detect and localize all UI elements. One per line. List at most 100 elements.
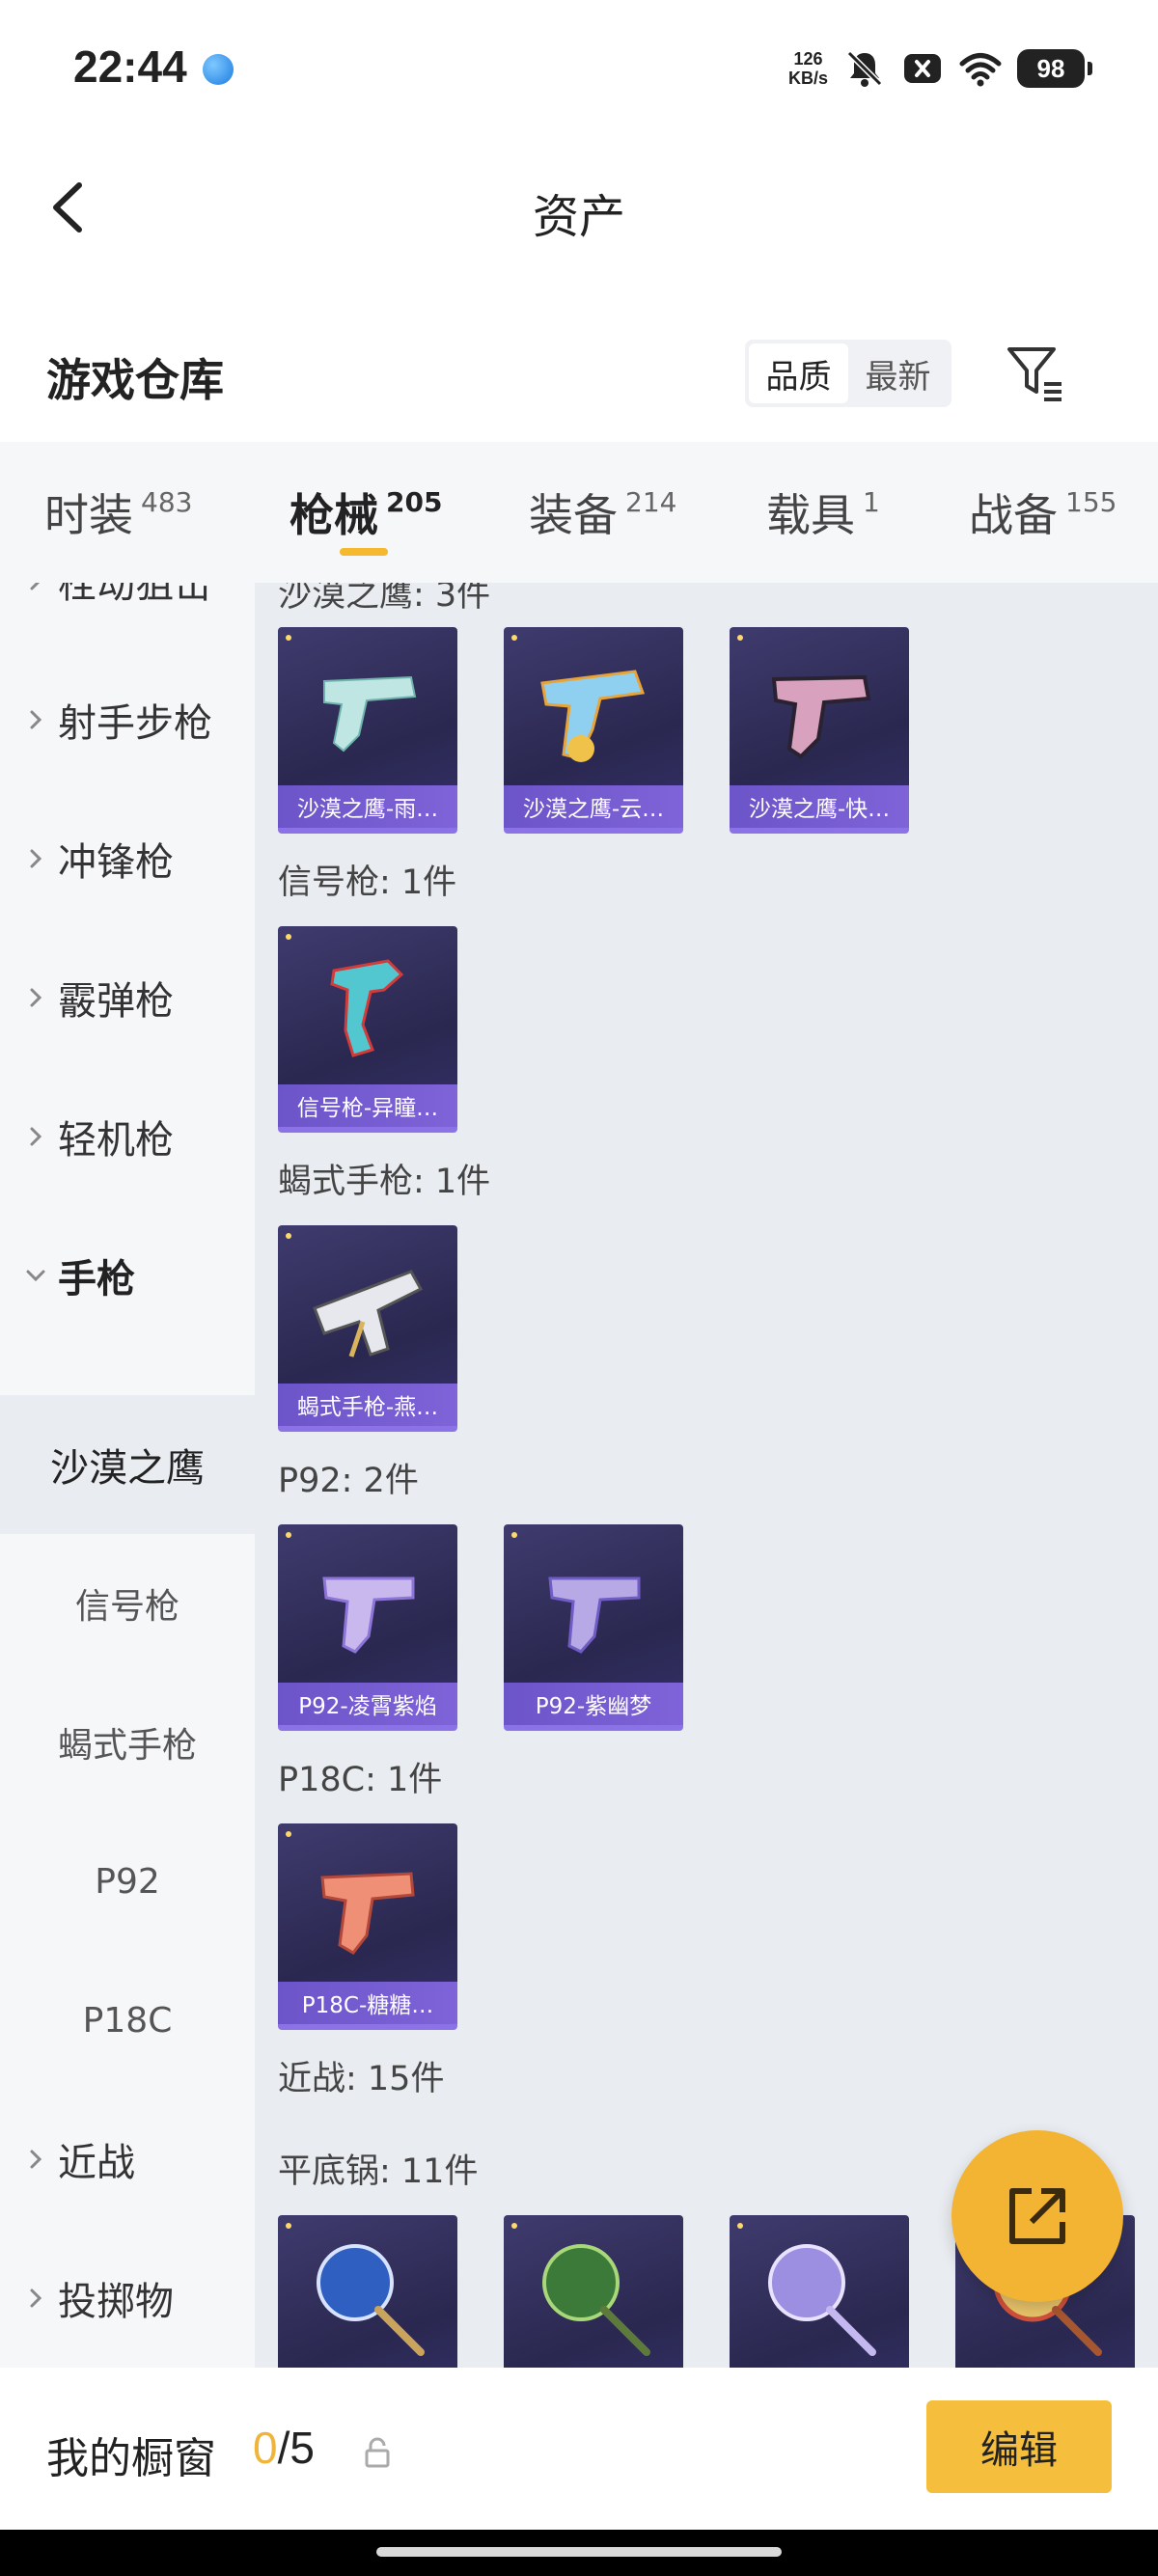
item-name: 信号枪-异瞳… (278, 1084, 457, 1127)
showcase-current: 0 (253, 2423, 278, 2473)
category-tabs: 时装 483 枪械 205 装备 214 载具 1 战备 155 (0, 442, 1158, 583)
item-card[interactable] (730, 2215, 909, 2368)
tab-label: 时装 (44, 489, 133, 541)
tab-label: 装备 (529, 489, 618, 541)
net-speed: 126 KB/s (788, 49, 828, 88)
sidebar-item-lmg[interactable]: 轻机枪 (0, 1067, 255, 1206)
lock-icon (365, 2437, 390, 2468)
sidebar-item-bolt-sniper[interactable]: 栓动狙击 (0, 583, 255, 650)
pistol-icon (540, 670, 646, 762)
section-title: 沙漠之鹰: 3件 (278, 583, 491, 615)
item-card[interactable] (504, 2215, 683, 2368)
sort-toggle: 品质 最新 (745, 340, 951, 407)
flare-gun-icon (330, 959, 404, 1057)
share-button[interactable] (951, 2130, 1123, 2302)
item-name: P18C-糖糖… (278, 1982, 457, 2024)
edit-button[interactable]: 编辑 (926, 2400, 1112, 2493)
showcase-bar: 我的橱窗 0/5 编辑 (0, 2368, 1158, 2530)
wifi-icon (959, 53, 1002, 87)
frying-pan-icon (768, 2244, 876, 2356)
item-grid: 沙漠之鹰: 3件 沙漠之鹰-雨… 沙漠之鹰-云… 沙漠之鹰-快… 信号枪: 1件… (255, 583, 1158, 2368)
sidebar-item-marksman-rifle[interactable]: 射手步枪 (0, 650, 255, 789)
tab-guns[interactable]: 枪械 205 (290, 480, 442, 544)
sidebar-item-shotgun[interactable]: 霰弹枪 (0, 928, 255, 1067)
sort-quality-option[interactable]: 品质 (749, 343, 848, 403)
tab-fashion[interactable]: 时装 483 (44, 480, 192, 544)
sidebar-item-label: 栓动狙击 (58, 583, 212, 607)
item-card[interactable]: P92-凌霄紫焰 (278, 1524, 457, 1731)
sidebar-item-label: 射手步枪 (58, 701, 212, 746)
showcase-count: 0/5 (253, 2422, 315, 2474)
pistol-icon (548, 1576, 641, 1654)
filter-icon[interactable] (1004, 342, 1067, 405)
showcase-label: 我的橱窗 (46, 2434, 216, 2483)
item-card[interactable]: 沙漠之鹰-云… (504, 627, 683, 834)
chevron-right-icon (30, 2288, 42, 2308)
sidebar-item-smg[interactable]: 冲锋枪 (0, 789, 255, 928)
tab-equipment[interactable]: 装备 214 (529, 480, 676, 544)
chevron-right-icon (30, 583, 41, 590)
frying-pan-icon (317, 2244, 425, 2356)
tab-label: 战备 (969, 489, 1058, 541)
net-speed-unit: KB/s (787, 69, 828, 88)
section-title: 近战: 15件 (278, 2060, 445, 2098)
section-title: 平底锅: 11件 (278, 2152, 479, 2191)
status-icons: 126 KB/s 98 (788, 44, 1092, 93)
sidebar: 栓动狙击 射手步枪 冲锋枪 霰弹枪 轻机枪 手枪 沙漠之鹰 信号枪 蝎式手枪 P… (0, 583, 255, 2368)
sidebar-item-throwables[interactable]: 投掷物 (0, 2229, 255, 2368)
item-name: 沙漠之鹰-云… (504, 785, 683, 828)
sidebar-sub-p92[interactable]: P92 (0, 1812, 255, 1951)
warehouse-header: 游戏仓库 品质 最新 (0, 309, 1158, 434)
title-bar: 资产 (0, 135, 1158, 280)
sidebar-item-label: 投掷物 (58, 2280, 174, 2324)
sidebar-item-label: 轻机枪 (58, 1118, 174, 1163)
sidebar-sub-p18c[interactable]: P18C (0, 1951, 255, 2090)
item-name: 沙漠之鹰-快… (730, 785, 909, 828)
chevron-right-icon (30, 710, 42, 729)
chevron-right-icon (30, 988, 42, 1007)
tab-count: 214 (625, 486, 677, 518)
sidebar-item-label: 手枪 (58, 1257, 135, 1302)
home-indicator[interactable] (376, 2547, 782, 2557)
net-speed-value: 126 (793, 49, 823, 69)
sort-newest-option[interactable]: 最新 (848, 343, 948, 403)
pistol-icon (322, 1576, 415, 1654)
sidebar-sub-scorpion[interactable]: 蝎式手枪 (0, 1673, 255, 1812)
chevron-right-icon (30, 2150, 42, 2169)
section-title: P18C: 1件 (278, 1761, 443, 1799)
sidebar-item-label: 冲锋枪 (58, 840, 174, 885)
tab-combat-gear[interactable]: 战备 155 (969, 480, 1117, 544)
sidebar-item-label: 近战 (58, 2141, 135, 2185)
pistol-icon (320, 1872, 415, 1955)
frying-pan-icon (542, 2244, 650, 2356)
item-name: 沙漠之鹰-雨… (278, 785, 457, 828)
item-card[interactable]: 沙漠之鹰-快… (730, 627, 909, 834)
sidebar-item-pistol[interactable]: 手枪 (0, 1206, 255, 1345)
section-title: 信号枪: 1件 (278, 863, 457, 902)
item-card[interactable]: 沙漠之鹰-雨… (278, 627, 457, 834)
chevron-right-icon (30, 1127, 42, 1146)
section-title: 蝎式手枪: 1件 (278, 1163, 491, 1201)
showcase-total: /5 (277, 2423, 315, 2473)
status-bar: 22:44 126 KB/s 98 (0, 0, 1158, 135)
sidebar-sub-flare-gun[interactable]: 信号枪 (0, 1534, 255, 1673)
item-card[interactable]: P92-紫幽梦 (504, 1524, 683, 1731)
item-card[interactable]: 蝎式手枪-燕… (278, 1225, 457, 1432)
sidebar-sub-desert-eagle[interactable]: 沙漠之鹰 (0, 1395, 255, 1534)
tab-label: 枪械 (290, 489, 378, 541)
share-external-icon (1009, 2188, 1065, 2244)
smg-pistol-icon (313, 1270, 424, 1357)
tab-count: 483 (141, 486, 193, 518)
item-card[interactable]: P18C-糖糖… (278, 1823, 457, 2030)
item-name: P92-紫幽梦 (504, 1683, 683, 1725)
close-box-icon (904, 54, 941, 83)
sidebar-item-melee[interactable]: 近战 (0, 2090, 255, 2229)
item-card[interactable]: 信号枪-异瞳… (278, 926, 457, 1133)
tab-vehicles[interactable]: 载具 1 (766, 480, 880, 544)
warehouse-title: 游戏仓库 (46, 354, 224, 406)
sidebar-item-label: 霰弹枪 (58, 979, 174, 1024)
app-planet-icon (203, 54, 234, 85)
tab-count: 1 (863, 486, 880, 518)
item-card[interactable] (278, 2215, 457, 2368)
tab-count: 155 (1065, 486, 1117, 518)
